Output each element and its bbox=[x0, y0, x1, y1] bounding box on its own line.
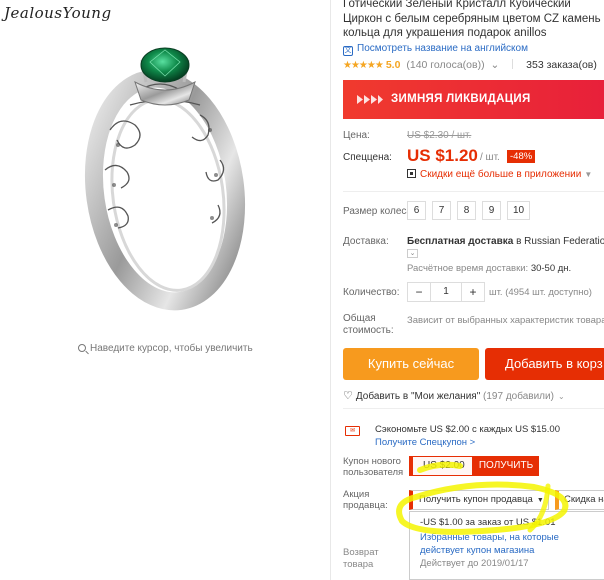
zoom-hint: Наведите курсор, чтобы увеличить bbox=[78, 343, 253, 354]
quantity-stepper: − 1 + bbox=[407, 282, 485, 302]
magnifier-icon bbox=[78, 344, 86, 352]
pane-divider bbox=[330, 0, 331, 580]
get-coupon-button[interactable]: ПОЛУЧИТЬ bbox=[473, 456, 539, 476]
size-option-9[interactable]: 9 bbox=[482, 201, 501, 220]
shipping-method: Бесплатная доставка bbox=[407, 236, 514, 247]
price-unit: / шт. bbox=[480, 152, 500, 163]
divider bbox=[343, 191, 604, 192]
total-cost-note: Зависит от выбранных характеристик товар… bbox=[407, 315, 604, 326]
translate-icon: 文 bbox=[343, 46, 353, 56]
coupon-condition: -US $1.00 за заказ от US $1.01 bbox=[420, 517, 556, 528]
divider bbox=[512, 59, 514, 69]
quantity-minus-button[interactable]: − bbox=[407, 282, 431, 302]
quantity-available: шт. (4954 шт. доступно) bbox=[489, 287, 592, 298]
get-special-coupon-link[interactable]: Получите Спецкупон > bbox=[375, 437, 475, 448]
old-price: US $2.30 / шт. bbox=[407, 130, 472, 141]
size-option-7[interactable]: 7 bbox=[432, 201, 451, 220]
winter-sale-banner[interactable]: ЗИМНЯЯ ЛИКВИДАЦИЯ bbox=[343, 80, 604, 119]
delivery-time-label: Расчётное время доставки: bbox=[407, 263, 529, 274]
coupon-icon: ✉ bbox=[345, 426, 360, 436]
new-user-coupon-label: Купон нового пользователя bbox=[343, 456, 404, 478]
product-image-ring[interactable] bbox=[70, 20, 260, 320]
special-price-label: Спеццена: bbox=[343, 152, 392, 163]
divider bbox=[343, 408, 604, 409]
add-to-cart-button[interactable]: Добавить в корз bbox=[485, 348, 604, 380]
wishlist-count: (197 добавили) bbox=[483, 391, 554, 402]
coupon-savings-text: Сэкономьте US $2.00 с каждых US $15.00 bbox=[375, 424, 560, 435]
rating-row: ★★★★★ 5.0 (140 голоса(ов)) ⌄ 353 заказа(о… bbox=[343, 59, 597, 71]
wishlist-label: Добавить в "Мои желания" bbox=[355, 391, 481, 402]
coupon-expiry: Действует до 2019/01/17 bbox=[420, 558, 529, 569]
new-user-coupon-value: US $2.00 bbox=[409, 456, 473, 476]
chevron-down-icon[interactable]: ⌄ bbox=[558, 392, 565, 401]
app-deal-text: Скидки ещё больше в приложении bbox=[420, 169, 582, 180]
orders-count: 353 заказа(ов) bbox=[526, 59, 597, 71]
size-options: 6 7 8 9 10 bbox=[407, 201, 530, 220]
total-cost-label: Общая стоимость: bbox=[343, 313, 394, 336]
special-coupon-box: ✉ Сэкономьте US $2.00 с каждых US $15.00… bbox=[343, 415, 604, 453]
buy-now-button[interactable]: Купить сейчас bbox=[343, 348, 479, 380]
seller-coupon-text: Получить купон продавца bbox=[419, 494, 533, 505]
chevron-down-icon: ▼ bbox=[584, 170, 593, 179]
rating-score: 5.0 bbox=[385, 59, 401, 71]
product-info-panel: Готический Зеленый Кристалл Кубический Ц… bbox=[343, 0, 604, 580]
heart-icon: ♡ bbox=[343, 390, 353, 402]
app-deal-link[interactable]: Скидки ещё больше в приложении ▼ bbox=[407, 169, 592, 180]
rating-votes[interactable]: (140 голоса(ов)) bbox=[406, 59, 484, 71]
quantity-label: Количество: bbox=[343, 287, 400, 298]
sale-logo-icon bbox=[357, 95, 383, 104]
price-label: Цена: bbox=[343, 130, 370, 141]
seller-discount-tag[interactable]: Скидка на bbox=[555, 490, 604, 510]
quantity-plus-button[interactable]: + bbox=[461, 282, 485, 302]
delivery-time: Расчётное время доставки: 30-50 дн. bbox=[407, 263, 571, 274]
size-option-10[interactable]: 10 bbox=[507, 201, 530, 220]
delivery-time-value: 30-50 дн. bbox=[530, 263, 572, 274]
shipping-info[interactable]: Бесплатная доставка в Russian Federation… bbox=[407, 236, 604, 247]
returns-label: Возврат товара bbox=[343, 547, 379, 570]
product-title: Готический Зеленый Кристалл Кубический Ц… bbox=[343, 0, 601, 39]
coupon-scope-link[interactable]: Избранные товары, на которые действует к… bbox=[420, 531, 560, 557]
zoom-hint-text: Наведите курсор, чтобы увеличить bbox=[90, 343, 253, 354]
banner-text: ЗИМНЯЯ ЛИКВИДАЦИЯ bbox=[391, 93, 531, 105]
translate-label: Посмотреть название на английском bbox=[357, 43, 528, 54]
size-option-8[interactable]: 8 bbox=[457, 201, 476, 220]
size-option-6[interactable]: 6 bbox=[407, 201, 426, 220]
seller-coupon-dropdown[interactable]: Получить купон продавца ▼ bbox=[409, 490, 549, 510]
shipping-dropdown-icon[interactable]: ⌄ bbox=[407, 249, 418, 258]
special-price: US $1.20 bbox=[407, 146, 478, 165]
qr-code-icon bbox=[407, 169, 416, 178]
seller-promo-label: Акция продавца: bbox=[343, 489, 388, 511]
shipping-label: Доставка: bbox=[343, 236, 389, 247]
discount-badge: -48% bbox=[507, 150, 536, 163]
shipping-destination: в Russian Federation с bbox=[516, 236, 604, 247]
rating-stars-icon: ★★★★★ bbox=[343, 60, 384, 71]
quantity-input[interactable]: 1 bbox=[431, 282, 461, 302]
add-to-wishlist[interactable]: ♡ Добавить в "Мои желания" (197 добавили)… bbox=[343, 389, 565, 402]
translate-title-link[interactable]: 文 Посмотреть название на английском bbox=[343, 43, 528, 56]
size-label: Размер колеса: bbox=[343, 206, 415, 217]
caret-down-icon: ▼ bbox=[536, 497, 544, 504]
product-image-area[interactable]: JealousYoung Наведите курсор, чтобы увел… bbox=[0, 0, 330, 580]
chevron-down-icon[interactable]: ⌄ bbox=[491, 59, 500, 71]
seller-coupon-popover: -US $1.00 за заказ от US $1.01 Избранные… bbox=[409, 511, 604, 580]
